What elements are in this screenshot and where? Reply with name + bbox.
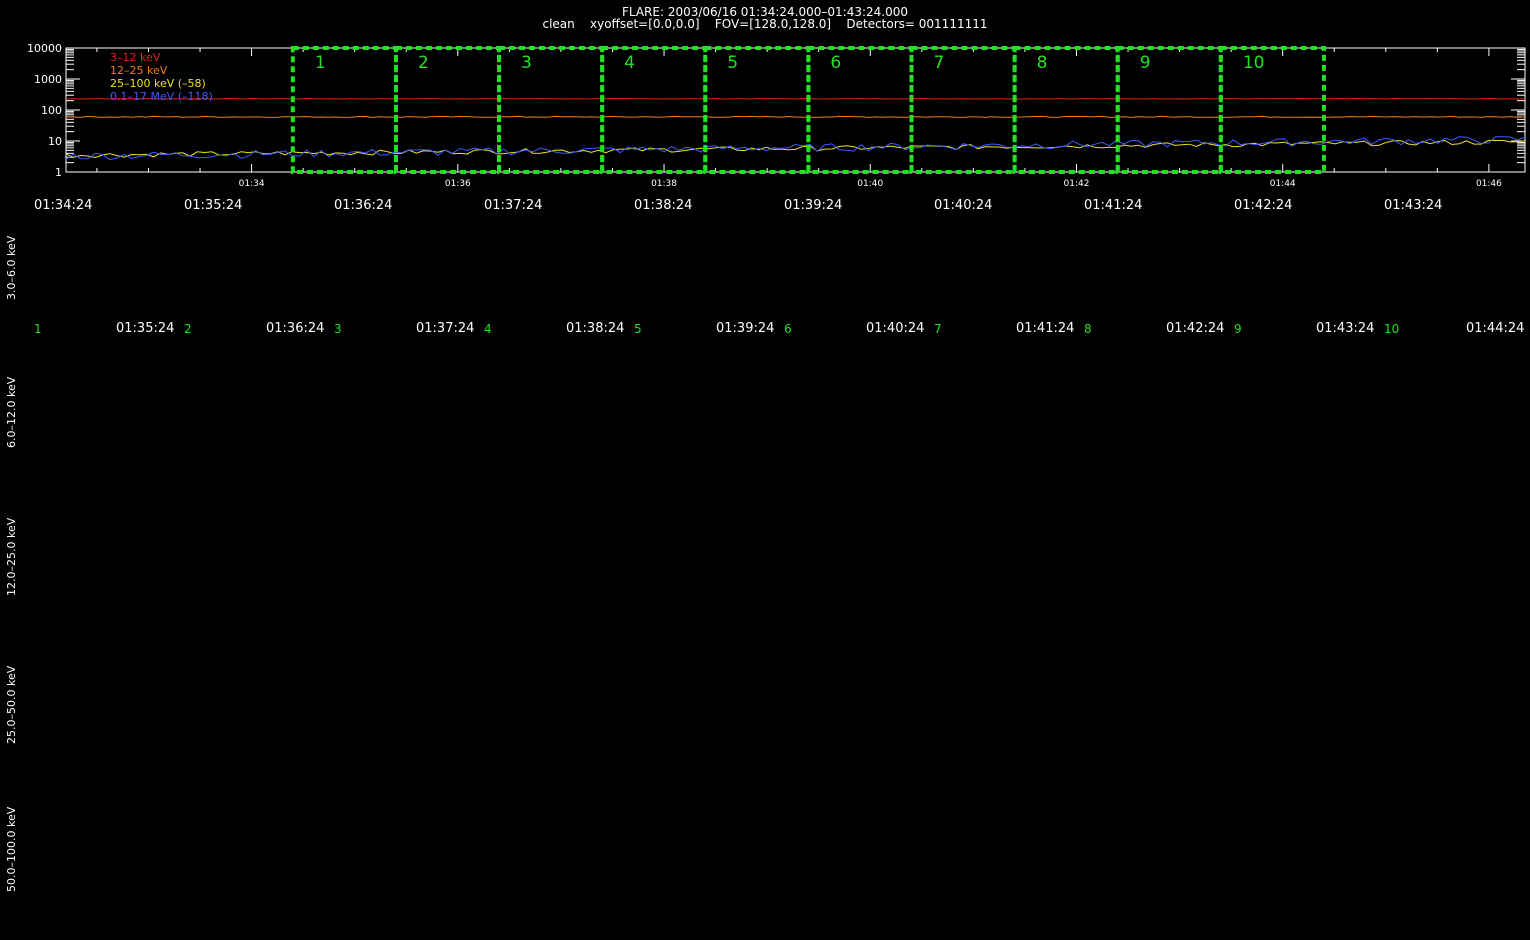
image-panel-end-time: 01:38:24 — [566, 321, 625, 336]
image-panel-end-time: 01:41:24 — [1016, 321, 1075, 336]
legend-entry-2: 25–100 keV (–58) — [110, 77, 206, 90]
interval-label-4: 4 — [624, 53, 635, 73]
image-panel-end-time: 01:40:24 — [866, 321, 925, 336]
image-panel-end-time: 01:43:24 — [1316, 321, 1375, 336]
x-tick-label: 01:36 — [445, 179, 471, 189]
interval-box-8 — [1012, 46, 1120, 174]
interval-box-6 — [806, 46, 914, 174]
interval-box-10 — [1218, 46, 1326, 174]
x-tick-label: 01:38 — [651, 179, 677, 189]
image-panel-number: 9 — [1234, 322, 1242, 336]
energy-band-label: 25.0–50.0 keV — [5, 665, 18, 744]
interval-box-5 — [703, 46, 811, 174]
interval-box-4 — [600, 46, 708, 174]
image-panel-number: 4 — [484, 322, 492, 336]
energy-band-label: 6.0–12.0 keV — [5, 376, 18, 448]
interval-label-5: 5 — [727, 53, 738, 73]
x-tick-label: 01:40 — [857, 179, 883, 189]
interval-start-time: 01:37:24 — [484, 198, 543, 213]
image-panel-end-time: 01:35:24 — [116, 321, 175, 336]
interval-label-6: 6 — [830, 53, 841, 73]
image-panel-number: 10 — [1384, 322, 1400, 336]
energy-band-label: 12.0–25.0 keV — [5, 517, 18, 596]
x-tick-label: 01:42 — [1064, 179, 1090, 189]
interval-label-9: 9 — [1140, 53, 1151, 73]
image-panel-number: 7 — [934, 322, 942, 336]
energy-band-label: 50.0–100.0 keV — [5, 806, 18, 892]
interval-start-time: 01:43:24 — [1384, 198, 1443, 213]
image-panel-number: 8 — [1084, 322, 1092, 336]
plot-frame — [65, 47, 1526, 173]
energy-band-label: 3.0–6.0 keV — [5, 235, 18, 300]
y-tick-label: 1 — [55, 166, 62, 179]
image-panel-end-time: 01:36:24 — [266, 321, 325, 336]
interval-label-7: 7 — [933, 53, 944, 73]
interval-start-time: 01:38:24 — [634, 198, 693, 213]
lightcurve-chart[interactable]: 10000 1000 100 10 1 01:34 01:36 01:38 01:40 01:42… — [0, 0, 1530, 200]
x-tick-label: 01:44 — [1270, 179, 1296, 189]
y-tick-label: 1000 — [34, 73, 62, 86]
x-tick-label: 01:34 — [239, 179, 265, 189]
image-panel-number: 1 — [34, 322, 42, 336]
x-tick-label: 01:46 — [1476, 179, 1502, 189]
interval-start-time: 01:34:24 — [34, 198, 93, 213]
image-panel-number: 6 — [784, 322, 792, 336]
interval-start-time: 01:35:24 — [184, 198, 243, 213]
interval-start-time: 01:41:24 — [1084, 198, 1143, 213]
interval-box-2 — [393, 46, 502, 174]
interval-box-7 — [909, 46, 1017, 174]
interval-start-time: 01:36:24 — [334, 198, 393, 213]
image-panel-end-time: 01:39:24 — [716, 321, 775, 336]
series-line-2 — [65, 139, 1526, 159]
image-cube-display: FLARE: 2003/06/16 01:34:24.000–01:43:24.… — [0, 0, 1530, 940]
interval-label-2: 2 — [418, 53, 429, 73]
series-line-0 — [66, 97, 1526, 100]
y-tick-label: 10 — [48, 135, 62, 148]
legend-entry-3: 0.1–17 MeV (–118) — [110, 90, 213, 103]
interval-start-time: 01:39:24 — [784, 198, 843, 213]
interval-label-10: 10 — [1243, 53, 1265, 73]
interval-label-1: 1 — [315, 53, 326, 73]
image-panel-number: 3 — [334, 322, 342, 336]
series-line-1 — [65, 115, 1526, 118]
legend-entry-1: 12–25 keV — [110, 64, 168, 77]
y-tick-label: 10000 — [27, 42, 62, 55]
image-panel-number: 5 — [634, 322, 642, 336]
y-tick-label: 100 — [41, 104, 62, 117]
interval-label-8: 8 — [1037, 53, 1048, 73]
interval-label-3: 3 — [521, 53, 532, 73]
interval-start-time: 01:40:24 — [934, 198, 993, 213]
image-panel-number: 2 — [184, 322, 192, 336]
interval-start-time: 01:42:24 — [1234, 198, 1293, 213]
image-panel-end-time: 01:42:24 — [1166, 321, 1225, 336]
image-panel-end-time: 01:44:24 — [1466, 321, 1525, 336]
series-line-3 — [65, 136, 1526, 161]
legend-entry-0: 3–12 keV — [110, 51, 161, 64]
interval-box-9 — [1115, 46, 1223, 174]
image-panel-end-time: 01:37:24 — [416, 321, 475, 336]
